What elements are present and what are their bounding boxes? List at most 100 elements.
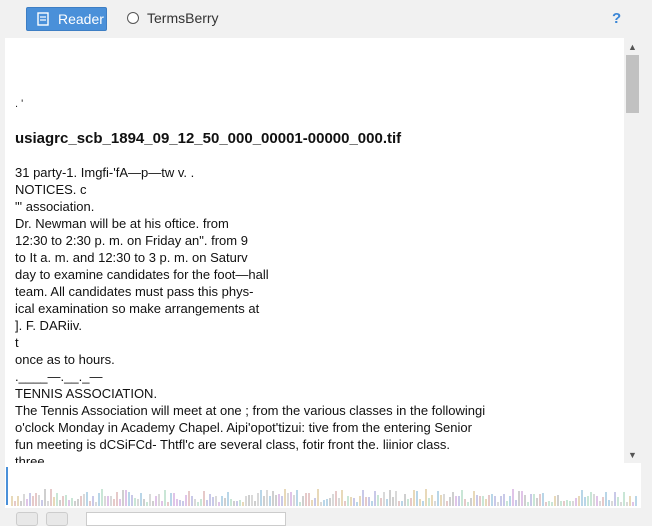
thumbnail-bar xyxy=(605,492,607,506)
thumbnail-bar xyxy=(209,494,211,506)
thumbnail-bar xyxy=(623,492,625,506)
thumbnail-bar xyxy=(407,499,409,506)
thumbnail-bar xyxy=(596,496,598,506)
thumbnail-bar xyxy=(227,492,229,506)
thumbnail-bar xyxy=(278,494,280,506)
thumbnail-bar xyxy=(551,502,553,506)
thumbnail-bar xyxy=(446,501,448,506)
document-line: t xyxy=(15,335,19,350)
bottom-controls xyxy=(0,508,652,526)
thumbnail-bar xyxy=(146,502,148,506)
thumbnail-bar xyxy=(476,495,478,506)
thumbnail-bar xyxy=(26,499,28,506)
thumbnail-bar xyxy=(101,489,103,506)
thumbnail-bar xyxy=(68,500,70,506)
thumbnail-bar xyxy=(524,495,526,506)
thumbnail-bar xyxy=(377,495,379,506)
thumbnail-bar xyxy=(584,497,586,506)
thumbnail-bar xyxy=(566,500,568,506)
thumbnail-bar xyxy=(122,490,124,506)
thumbnail-bar xyxy=(608,500,610,506)
thumbnail-bar xyxy=(515,500,517,506)
page-input[interactable] xyxy=(86,512,286,526)
document-icon xyxy=(36,12,50,26)
thumbnail-bar xyxy=(92,496,94,506)
thumbnail-bar xyxy=(545,502,547,506)
thumbnail-bar xyxy=(284,489,286,506)
scrollbar-thumb[interactable] xyxy=(626,55,639,113)
thumbnail-bar xyxy=(356,502,358,506)
vertical-scrollbar[interactable]: ▲ ▼ xyxy=(624,38,641,463)
thumbnail-bar xyxy=(83,494,85,506)
chevron-down-icon[interactable]: ▼ xyxy=(624,446,641,463)
thumbnail-bar xyxy=(173,493,175,506)
thumbnail-bar xyxy=(206,500,208,506)
termsberry-label[interactable]: TermsBerry xyxy=(147,10,219,26)
thumbnail-bar xyxy=(440,495,442,506)
thumbnail-bar xyxy=(41,500,43,506)
thumbnail-bar xyxy=(14,501,16,506)
thumbnail-bar xyxy=(416,491,418,506)
thumbnail-bar xyxy=(452,492,454,506)
thumbnail-bar xyxy=(632,502,634,506)
thumbnail-bar xyxy=(509,496,511,506)
thumbnail-bar xyxy=(293,495,295,506)
reader-button[interactable]: Reader xyxy=(26,7,107,31)
page-thumbnail-strip[interactable] xyxy=(5,463,641,508)
thumbnail-bar xyxy=(47,501,49,506)
thumbnail-bar xyxy=(443,494,445,506)
thumbnail-bar xyxy=(71,498,73,506)
thumbnail-bar xyxy=(197,502,199,506)
thumbnail-bar xyxy=(155,496,157,506)
thumbnail-bar xyxy=(536,498,538,506)
thumbnail-bar xyxy=(404,494,406,506)
thumbnail-bar xyxy=(53,497,55,506)
thumbnail-bar xyxy=(50,489,52,506)
prev-button[interactable] xyxy=(16,512,38,526)
thumbnail-bar xyxy=(239,500,241,506)
thumbnail-bar xyxy=(617,497,619,506)
thumbnail-bar xyxy=(89,501,91,506)
thumbnail-bar xyxy=(44,489,46,506)
thumbnail-bar xyxy=(563,501,565,506)
document-line: "' association. xyxy=(15,199,95,214)
document-line: team. All candidates must pass this phys… xyxy=(15,284,254,299)
thumbnail-bar xyxy=(275,495,277,506)
thumbnail-bar xyxy=(143,499,145,506)
thumbnail-strip-graphic xyxy=(6,467,637,506)
thumbnail-bar xyxy=(494,496,496,506)
thumbnail-bar xyxy=(479,496,481,506)
thumbnail-bar xyxy=(116,492,118,506)
thumbnail-bar xyxy=(113,499,115,506)
thumbnail-bar xyxy=(305,493,307,506)
next-button[interactable] xyxy=(46,512,68,526)
thumbnail-bar xyxy=(350,497,352,506)
document-line: The Tennis Association will meet at one … xyxy=(15,403,486,418)
thumbnail-bar xyxy=(401,501,403,506)
document-line: Dr. Newman will be at his oftice. from xyxy=(15,216,229,231)
thumbnail-bar xyxy=(557,495,559,506)
chevron-up-icon[interactable]: ▲ xyxy=(624,38,641,55)
thumbnail-bar xyxy=(98,493,100,506)
thumbnail-bar xyxy=(581,490,583,506)
document-line: day to examine candidates for the foot—h… xyxy=(15,267,269,282)
thumbnail-bar xyxy=(20,501,22,506)
thumbnail-bar xyxy=(86,492,88,506)
thumbnail-bar xyxy=(428,498,430,506)
thumbnail-bar xyxy=(191,496,193,506)
thumbnail-bar xyxy=(530,494,532,506)
thumbnail-bar xyxy=(158,494,160,506)
document-line: 12:30 to 2:30 p. m. on Friday an". from … xyxy=(15,233,248,248)
thumbnail-bar xyxy=(317,489,319,506)
thumbnail-bar xyxy=(131,495,133,506)
thumbnail-bar xyxy=(32,496,34,506)
thumbnail-bar xyxy=(326,499,328,506)
termsberry-radio[interactable] xyxy=(127,12,139,24)
thumbnail-bar xyxy=(572,501,574,506)
thumbnail-bar xyxy=(29,493,31,506)
help-button[interactable]: ? xyxy=(612,10,621,27)
document-line: ]. F. DARiiv. xyxy=(15,318,82,333)
thumbnail-bar xyxy=(548,501,550,506)
document-line: fun meeting is dCSiFCd- Thtfl'c are seve… xyxy=(15,437,451,452)
thumbnail-bar xyxy=(437,491,439,506)
